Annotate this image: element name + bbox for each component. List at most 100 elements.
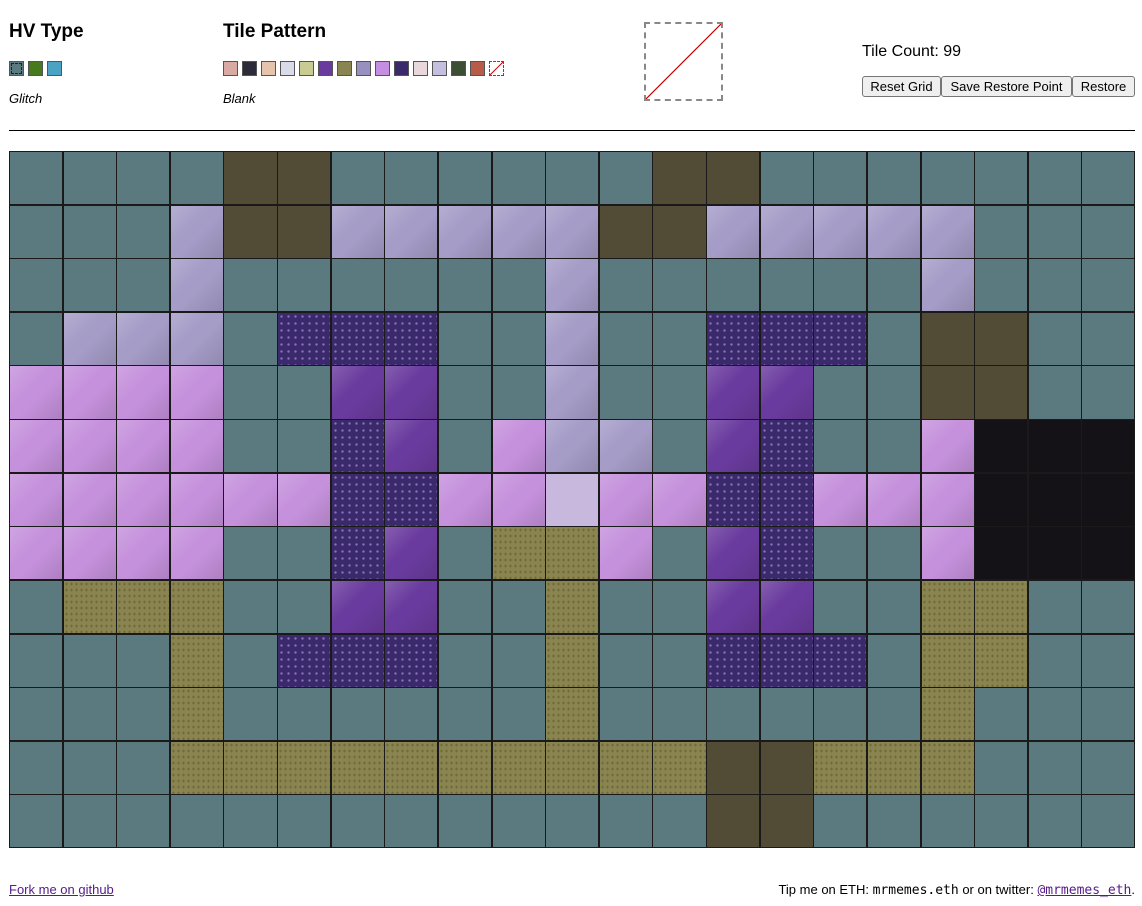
grid-tile[interactable]	[866, 151, 921, 206]
grid-tile[interactable]	[437, 633, 493, 688]
grid-tile[interactable]	[545, 687, 600, 742]
grid-tile[interactable]	[545, 794, 600, 849]
grid-tile[interactable]	[491, 311, 546, 366]
grid-tile[interactable]	[1081, 526, 1136, 581]
grid-tile[interactable]	[866, 633, 921, 688]
grid-tile[interactable]	[920, 472, 975, 527]
grid-tile[interactable]	[491, 472, 546, 527]
grid-tile[interactable]	[759, 204, 814, 259]
grid-tile[interactable]	[920, 687, 975, 742]
grid-tile[interactable]	[62, 204, 117, 259]
grid-tile[interactable]	[384, 419, 439, 474]
grid-tile[interactable]	[706, 204, 761, 259]
tile-swatch[interactable]	[375, 61, 390, 76]
grid-tile[interactable]	[223, 365, 278, 420]
grid-tile[interactable]	[545, 579, 600, 635]
grid-tile[interactable]	[169, 204, 224, 259]
grid-tile[interactable]	[706, 419, 761, 474]
grid-tile[interactable]	[759, 740, 814, 795]
grid-tile[interactable]	[437, 472, 493, 527]
grid-tile[interactable]	[598, 579, 653, 635]
grid-tile[interactable]	[1081, 687, 1136, 742]
grid-tile[interactable]	[491, 151, 546, 206]
grid-tile[interactable]	[62, 419, 117, 474]
tile-swatch[interactable]	[299, 61, 314, 76]
grid-tile[interactable]	[223, 419, 278, 474]
grid-tile[interactable]	[598, 472, 653, 527]
tile-swatch[interactable]	[242, 61, 257, 76]
grid-tile[interactable]	[437, 687, 493, 742]
grid-tile[interactable]	[1081, 794, 1136, 849]
grid-tile[interactable]	[652, 526, 707, 581]
grid-tile[interactable]	[1027, 419, 1082, 474]
grid-tile[interactable]	[384, 526, 439, 581]
grid-tile[interactable]	[1027, 579, 1082, 635]
grid-tile[interactable]	[652, 687, 707, 742]
grid-tile[interactable]	[920, 419, 975, 474]
grid-tile[interactable]	[759, 633, 814, 688]
grid-tile[interactable]	[62, 151, 117, 206]
grid-tile[interactable]	[545, 311, 600, 366]
tile-swatch[interactable]	[280, 61, 295, 76]
twitter-link[interactable]: @mrmemes_eth	[1037, 883, 1131, 898]
grid-tile[interactable]	[330, 794, 385, 849]
grid-tile[interactable]	[384, 365, 439, 420]
grid-tile[interactable]	[62, 794, 117, 849]
tile-swatch[interactable]	[356, 61, 371, 76]
grid-tile[interactable]	[116, 419, 171, 474]
grid-tile[interactable]	[437, 740, 493, 795]
grid-tile[interactable]	[813, 633, 868, 688]
grid-tile[interactable]	[277, 794, 332, 849]
grid-tile[interactable]	[9, 419, 64, 474]
grid-tile[interactable]	[116, 472, 171, 527]
grid-tile[interactable]	[1081, 365, 1136, 420]
grid-tile[interactable]	[491, 740, 546, 795]
grid-tile[interactable]	[652, 258, 707, 313]
grid-tile[interactable]	[545, 740, 600, 795]
grid-tile[interactable]	[1027, 794, 1082, 849]
hv-swatch-green[interactable]	[28, 61, 43, 76]
grid-tile[interactable]	[223, 526, 278, 581]
grid-tile[interactable]	[1081, 633, 1136, 688]
grid-tile[interactable]	[330, 633, 385, 688]
grid-tile[interactable]	[384, 311, 439, 366]
grid-tile[interactable]	[652, 365, 707, 420]
grid-tile[interactable]	[866, 311, 921, 366]
grid-tile[interactable]	[866, 687, 921, 742]
grid-tile[interactable]	[169, 258, 224, 313]
grid-tile[interactable]	[437, 151, 493, 206]
grid-tile[interactable]	[62, 472, 117, 527]
grid-tile[interactable]	[545, 258, 600, 313]
grid-tile[interactable]	[706, 472, 761, 527]
grid-tile[interactable]	[1027, 687, 1082, 742]
tile-swatch-blank[interactable]	[489, 61, 504, 76]
grid-tile[interactable]	[169, 579, 224, 635]
grid-tile[interactable]	[62, 365, 117, 420]
grid-tile[interactable]	[706, 526, 761, 581]
grid-tile[interactable]	[1081, 740, 1136, 795]
tile-swatch[interactable]	[318, 61, 333, 76]
grid-tile[interactable]	[223, 579, 278, 635]
grid-tile[interactable]	[866, 419, 921, 474]
grid-tile[interactable]	[491, 526, 546, 581]
grid-tile[interactable]	[1027, 151, 1082, 206]
grid-tile[interactable]	[706, 740, 761, 795]
reset-grid-button[interactable]: Reset Grid	[862, 76, 941, 97]
grid-tile[interactable]	[545, 526, 600, 581]
grid-tile[interactable]	[1081, 579, 1136, 635]
grid-tile[interactable]	[169, 633, 224, 688]
grid-tile[interactable]	[813, 740, 868, 795]
grid-tile[interactable]	[974, 151, 1029, 206]
grid-tile[interactable]	[277, 526, 332, 581]
grid-tile[interactable]	[62, 258, 117, 313]
grid-tile[interactable]	[1027, 311, 1082, 366]
grid-tile[interactable]	[866, 794, 921, 849]
grid-tile[interactable]	[813, 365, 868, 420]
grid-tile[interactable]	[866, 579, 921, 635]
grid-tile[interactable]	[759, 794, 814, 849]
grid-tile[interactable]	[384, 472, 439, 527]
grid-tile[interactable]	[1027, 258, 1082, 313]
grid-tile[interactable]	[1027, 204, 1082, 259]
grid-tile[interactable]	[277, 311, 332, 366]
grid-tile[interactable]	[437, 794, 493, 849]
